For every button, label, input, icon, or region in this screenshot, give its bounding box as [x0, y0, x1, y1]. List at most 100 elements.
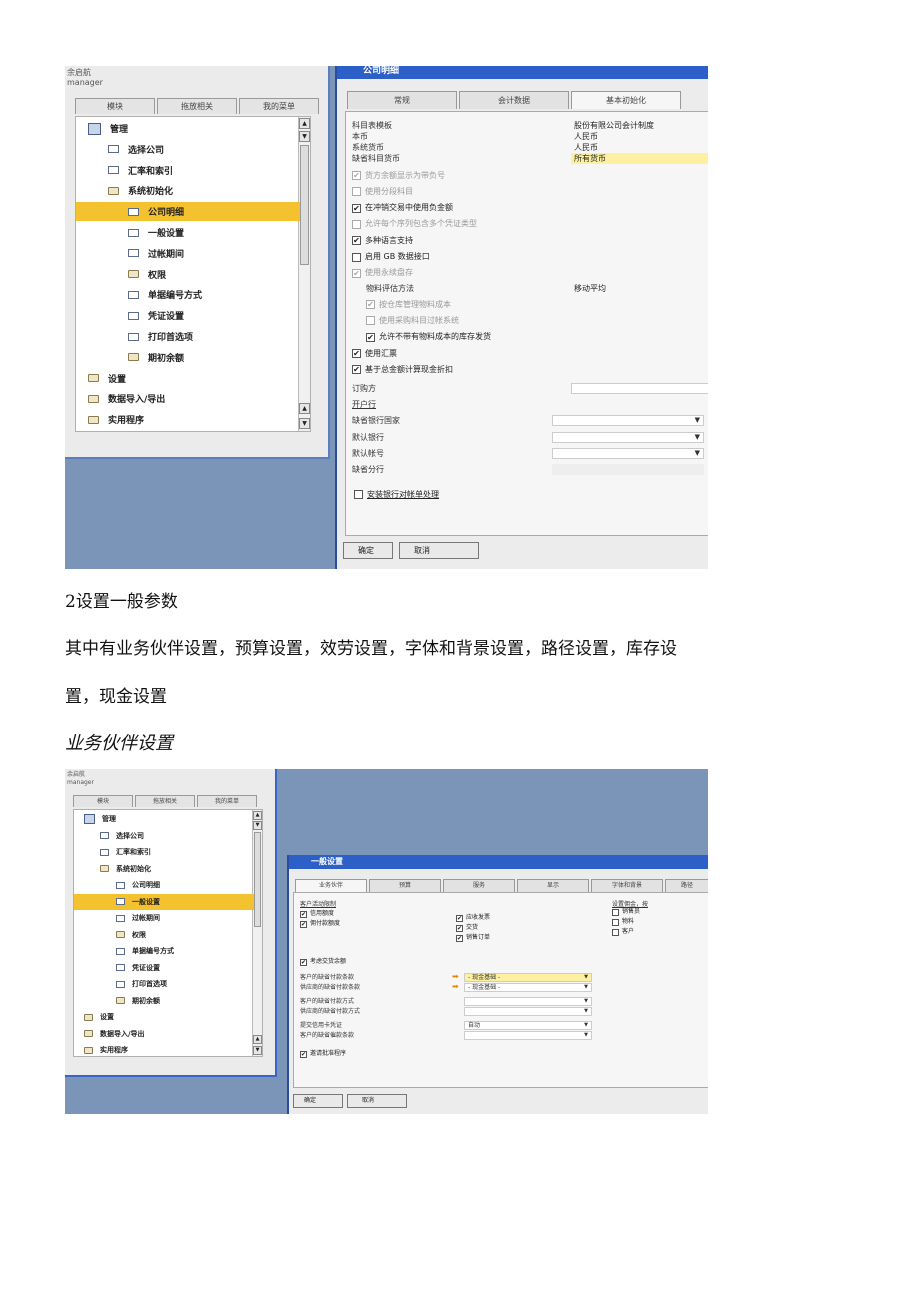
chevron-down-icon[interactable]: ▼ — [584, 984, 588, 991]
tree-item-2[interactable]: 选择公司 — [100, 828, 144, 844]
tree-item[interactable]: 过帐期间 — [128, 244, 184, 263]
checkbox[interactable]: ✔ — [300, 958, 307, 966]
tree-item[interactable]: 公司明细 — [76, 202, 300, 222]
checkbox-row[interactable]: ✔ 在冲销交易中使用负金额 — [352, 202, 453, 215]
scroll-thumb[interactable] — [300, 145, 309, 265]
bank-dropdown[interactable]: ▼ — [552, 447, 704, 459]
scroll-up-icon-2[interactable]: ▲ — [253, 811, 262, 820]
checkbox[interactable] — [352, 252, 361, 262]
tree-item-2[interactable]: 一般设置 — [74, 893, 254, 910]
tab-drag-relate[interactable]: 拖放相关 — [157, 98, 237, 114]
tree-item[interactable]: 权限 — [128, 265, 166, 284]
terms-dropdown[interactable]: - 现金基础 - ▼ — [464, 983, 592, 992]
tree-scrollbar[interactable]: ▲ ▼ ▲ ▼ — [298, 117, 310, 431]
approval-checkbox[interactable]: ✔ 邀请批准程序 — [300, 1049, 346, 1059]
tree-item-2[interactable]: 管理 — [84, 811, 116, 827]
tree-item[interactable]: 设置 — [88, 369, 126, 388]
tree-item-2[interactable]: 凭证设置 — [116, 960, 160, 976]
scroll-down-icon[interactable]: ▼ — [299, 131, 310, 142]
document-checkbox[interactable]: ✔ 销售订单 — [456, 933, 490, 943]
chevron-down-icon[interactable]: ▼ — [584, 998, 588, 1005]
field-value[interactable]: 人民币 — [571, 131, 708, 142]
tree-item-2[interactable]: 实用程序 — [84, 1042, 128, 1056]
checkbox[interactable]: ✔ — [352, 349, 361, 358]
checkbox[interactable] — [352, 219, 361, 229]
checkbox-row[interactable]: ✔ 使用汇票 — [352, 347, 397, 360]
valuation-value[interactable]: 移动平均 — [571, 283, 708, 294]
bank-field-label[interactable]: 开户行 — [352, 399, 376, 410]
checkbox-row[interactable]: ✔ 使用永续盘存 — [352, 267, 413, 280]
scroll-down-icon-2b[interactable]: ▼ — [253, 1046, 262, 1055]
tab-modules[interactable]: 模块 — [75, 98, 155, 114]
tab-basic-init[interactable]: 基本初始化 — [571, 91, 681, 109]
tab-my-menu[interactable]: 我的菜单 — [239, 98, 319, 114]
chevron-down-icon[interactable]: ▼ — [584, 1022, 588, 1029]
checkbox-row[interactable]: ✔ 多种语言支持 — [352, 234, 413, 247]
terms-dropdown[interactable]: ▼ — [464, 1007, 592, 1016]
scroll-up-icon[interactable]: ▲ — [299, 118, 310, 129]
checkbox[interactable]: ✔ — [352, 365, 361, 375]
checkbox[interactable]: ✔ — [456, 914, 463, 922]
link-arrow-icon[interactable]: ➡ — [452, 972, 459, 981]
checkbox[interactable]: ✔ — [456, 934, 463, 942]
chevron-down-icon[interactable]: ▼ — [584, 1032, 588, 1039]
checkbox-row[interactable]: 使用分段科目 — [352, 185, 413, 198]
scroll-up-icon-2b[interactable]: ▲ — [253, 1035, 262, 1044]
branch-value[interactable] — [552, 464, 704, 476]
chevron-down-icon[interactable]: ▼ — [584, 1008, 588, 1015]
tree-item[interactable]: 打印首选项 — [128, 327, 193, 346]
checkbox[interactable]: ✔ — [366, 300, 375, 310]
tree-scrollbar-2[interactable]: ▲ ▼ ▲ ▼ — [252, 810, 262, 1056]
checkbox[interactable] — [354, 490, 363, 500]
checkbox[interactable]: ✔ — [300, 920, 307, 928]
chevron-down-icon[interactable]: ▼ — [695, 416, 700, 424]
checkbox[interactable] — [612, 908, 619, 916]
checkbox[interactable]: ✔ — [366, 332, 375, 342]
tab-drag-relate-2[interactable]: 拖放相关 — [135, 795, 195, 807]
settings-tab[interactable]: 显示 — [517, 879, 589, 892]
tree-item-2[interactable]: 系统初始化 — [100, 861, 151, 877]
tree-item[interactable]: 管理 — [88, 119, 128, 138]
settings-tab[interactable]: 路径 — [665, 879, 708, 892]
tree-item-2[interactable]: 设置 — [84, 1009, 114, 1025]
tree-item-2[interactable]: 打印首选项 — [116, 976, 167, 992]
scroll-thumb-2[interactable] — [254, 832, 261, 927]
bank-dropdown[interactable]: ▼ — [552, 431, 704, 443]
tree-item-2[interactable]: 汇率和索引 — [100, 844, 151, 860]
checkbox-row[interactable]: 启用 GB 数据接口 — [352, 251, 430, 264]
tree-item[interactable]: 期初余额 — [128, 348, 184, 367]
terms-dropdown[interactable]: ▼ — [464, 1031, 592, 1040]
checkbox[interactable]: ✔ — [456, 924, 463, 932]
checkbox-row[interactable]: ✔ 允许不带有物料成本的库存发货 — [366, 331, 491, 344]
tree-item[interactable]: 选择公司 — [108, 140, 164, 159]
cancel-button[interactable]: 取消 — [399, 542, 479, 559]
checkbox[interactable]: ✔ — [352, 236, 361, 246]
open-balance-checkbox[interactable]: ✔ 考虑交货余额 — [300, 957, 346, 967]
tree-item-2[interactable]: 过帐期间 — [116, 910, 160, 926]
tab-general[interactable]: 常规 — [347, 91, 457, 109]
checkbox-row[interactable]: ✔ 基于总金额计算现金折扣 — [352, 363, 453, 376]
settings-tab[interactable]: 预算 — [369, 879, 441, 892]
tree-item-2[interactable]: 期初余额 — [116, 993, 160, 1009]
checkbox[interactable] — [366, 316, 375, 326]
bank-statement-checkbox-row[interactable]: 安装银行对帐单处理 — [354, 488, 439, 501]
tab-my-menu-2[interactable]: 我的菜单 — [197, 795, 257, 807]
field-value[interactable]: 股份有限公司会计制度 — [571, 120, 708, 131]
scroll-down-icon-2[interactable]: ▼ — [253, 821, 262, 830]
chevron-down-icon[interactable]: ▼ — [584, 974, 588, 981]
tree-item-2[interactable]: 权限 — [116, 927, 146, 943]
ok-button[interactable]: 确定 — [343, 542, 393, 559]
tree-item-2[interactable]: 公司明细 — [116, 877, 160, 893]
terms-dropdown[interactable]: 自动 ▼ — [464, 1021, 592, 1030]
field-value[interactable]: 人民币 — [571, 142, 708, 153]
commission-checkbox[interactable]: 客户 — [612, 927, 634, 937]
tree-item-2[interactable]: 数据导入/导出 — [84, 1026, 145, 1042]
link-arrow-icon[interactable]: ➡ — [452, 982, 459, 991]
tree-item[interactable]: 一般设置 — [128, 223, 184, 242]
checkbox[interactable]: ✔ — [352, 171, 361, 180]
tree-item[interactable]: 单据编号方式 — [128, 285, 202, 304]
field-value[interactable]: 所有货币 — [571, 153, 708, 164]
checkbox[interactable]: ✔ — [352, 268, 361, 278]
checkbox[interactable] — [612, 928, 619, 936]
terms-dropdown[interactable]: ▼ — [464, 997, 592, 1006]
